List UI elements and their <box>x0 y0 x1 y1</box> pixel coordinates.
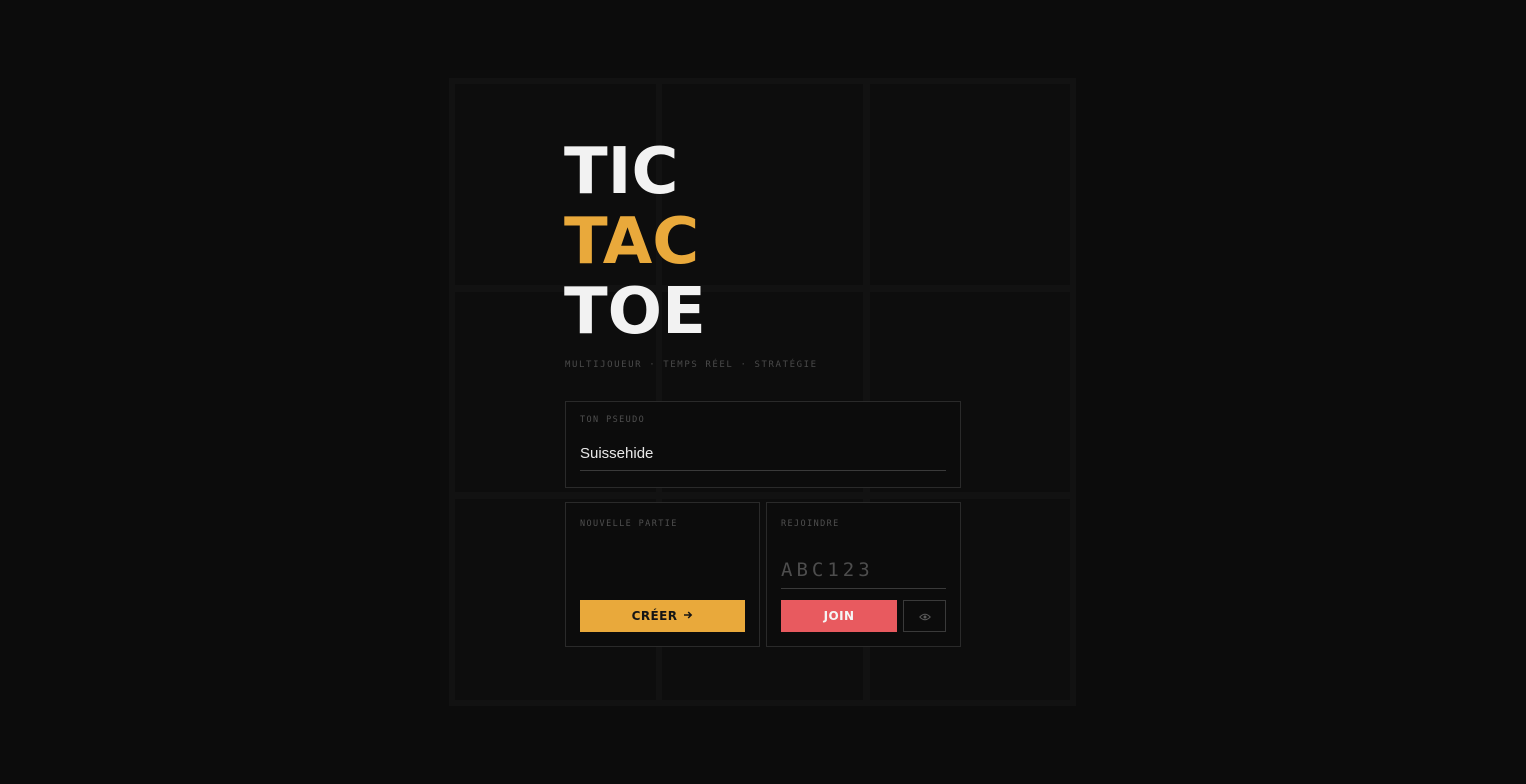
arrow-right-icon <box>683 610 693 622</box>
join-game-label: REJOINDRE <box>781 519 840 529</box>
title-tac: TAC <box>564 205 700 279</box>
new-game-label: NOUVELLE PARTIE <box>580 519 678 529</box>
title-tic: TIC <box>564 135 679 209</box>
pseudo-panel: TON PSEUDO <box>565 401 961 488</box>
eye-icon <box>918 609 931 624</box>
create-button[interactable]: CRÉER <box>580 600 745 632</box>
board-cell <box>870 84 1070 285</box>
game-code-input[interactable] <box>781 551 946 589</box>
watch-button[interactable] <box>903 600 946 632</box>
tagline: MULTIJOUEUR · TEMPS RÉEL · STRATÉGIE <box>565 360 818 370</box>
title-toe: TOE <box>564 275 706 349</box>
create-button-label: CRÉER <box>631 609 678 623</box>
join-button[interactable]: JOIN <box>781 600 897 632</box>
background-board <box>449 78 1076 706</box>
pseudo-label: TON PSEUDO <box>580 415 646 425</box>
join-game-panel: REJOINDRE JOIN <box>766 502 961 647</box>
new-game-panel: NOUVELLE PARTIE CRÉER <box>565 502 760 647</box>
pseudo-input[interactable] <box>580 436 946 471</box>
